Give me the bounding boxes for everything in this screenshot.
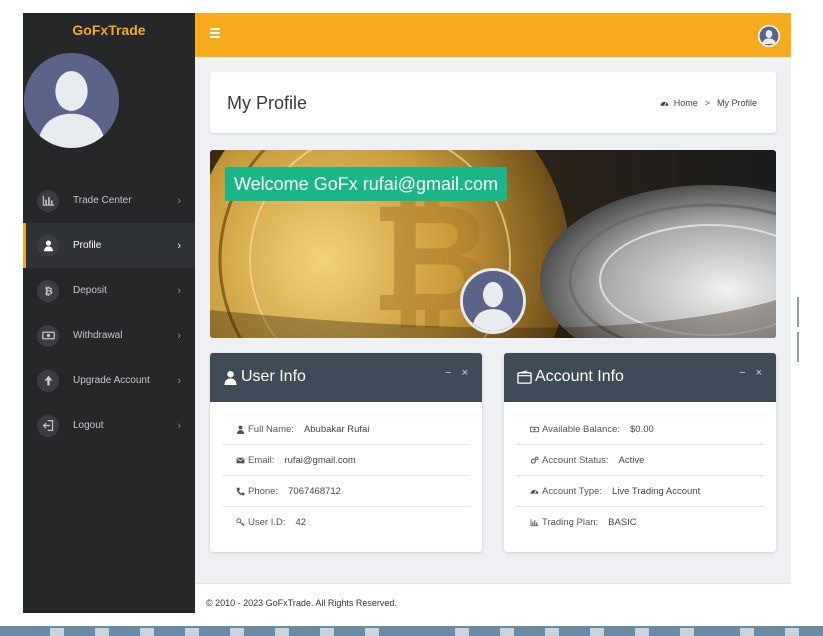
wallet-icon <box>517 369 532 384</box>
info-label: Full Name: <box>248 423 294 435</box>
user-silhouette-icon <box>463 271 523 331</box>
dashboard-icon <box>660 101 669 106</box>
bar-chart-icon <box>530 519 539 527</box>
info-value: 42 <box>295 517 307 528</box>
info-label: Phone: <box>248 485 279 497</box>
gears-icon <box>530 456 539 464</box>
sign-out-icon <box>37 414 59 437</box>
info-row-trading-plan: Trading Plan: BASIC <box>516 507 764 538</box>
info-value: Abubakar Rufai <box>303 423 370 435</box>
info-label: Available Balance: <box>542 423 620 435</box>
sidebar-item-label: Deposit <box>73 285 107 296</box>
user-icon <box>224 370 237 385</box>
info-value: Active <box>618 454 645 466</box>
card-header: Account Info − × <box>504 353 776 402</box>
chevron-right-icon: › <box>177 374 181 387</box>
footer: © 2010 - 2023 GoFxTrade. All Rights Rese… <box>195 583 791 613</box>
sidebar-item-profile[interactable]: Profile › <box>23 223 195 268</box>
arrow-up-icon <box>37 369 59 392</box>
welcome-badge: Welcome GoFx rufai@gmail.com <box>225 167 508 201</box>
sidebar-item-deposit[interactable]: ₿ Deposit › <box>23 268 195 313</box>
card-title: User Info <box>223 368 306 386</box>
breadcrumb-current: My Profile <box>716 98 757 108</box>
bitcoin-icon: ₿ <box>37 279 59 302</box>
info-value: BASIC <box>608 517 637 528</box>
card-tools: − × <box>445 367 468 379</box>
sidebar-item-upgrade-account[interactable]: Upgrade Account › <box>23 358 195 403</box>
user-icon <box>37 234 59 257</box>
sidebar-item-label: Trade Center <box>73 195 132 206</box>
user-silhouette-icon <box>24 53 119 148</box>
user-menu-avatar[interactable] <box>758 25 780 47</box>
sidebar-item-label: Upgrade Account <box>73 375 150 386</box>
page-title: My Profile <box>227 93 308 113</box>
chevron-right-icon: › <box>177 194 181 207</box>
card-body: Full Name: Abubakar Rufai Email: rufai@g… <box>210 402 482 538</box>
chevron-right-icon: › <box>177 239 181 252</box>
user-silhouette-icon <box>758 25 780 47</box>
card-header: User Info − × <box>210 353 482 402</box>
sidebar-item-logout[interactable]: Logout › <box>23 403 195 448</box>
chevron-right-icon: › <box>177 329 181 342</box>
page-header-card: My Profile Home > My Profile <box>210 72 776 133</box>
info-row-user-id: User I.D: 42 <box>222 507 470 538</box>
profile-banner: ₿ Welcome GoFx rufai@gmail.com <box>210 150 776 338</box>
brand-logo[interactable]: GoFxTrade <box>23 13 195 47</box>
info-value: 7067468712 <box>288 485 341 497</box>
card-tools: − × <box>739 367 762 379</box>
info-label: Email: <box>248 454 275 466</box>
info-row-email: Email: rufai@gmail.com <box>222 445 470 476</box>
card-body: Available Balance: $0.00 Account Status:… <box>504 402 776 538</box>
money-bill-icon <box>37 324 59 347</box>
user-info-card: User Info − × Full Name: Abubakar Rufai … <box>210 353 482 552</box>
close-icon[interactable]: × <box>462 367 468 379</box>
info-label: User I.D: <box>248 517 286 528</box>
info-value: rufai@gmail.com <box>284 454 356 466</box>
info-row-phone: Phone: 7067468712 <box>222 476 470 507</box>
bar-chart-icon <box>37 189 59 212</box>
copyright-text: © 2010 - 2023 GoFxTrade. All Rights Rese… <box>206 598 397 608</box>
info-row-full-name: Full Name: Abubakar Rufai <box>222 414 470 445</box>
key-icon <box>236 518 245 527</box>
top-bar <box>195 13 791 57</box>
sidebar-item-trade-center[interactable]: Trade Center › <box>23 178 195 223</box>
profile-avatar <box>460 268 526 334</box>
sidebar: GoFxTrade Trade Center › Profile › ₿ Dep… <box>23 13 195 613</box>
chevron-right-icon: › <box>177 419 181 432</box>
sidebar-item-label: Profile <box>73 240 102 251</box>
svg-text:₿: ₿ <box>44 286 53 297</box>
account-info-card: Account Info − × Available Balance: $0.0… <box>504 353 776 552</box>
breadcrumb: Home > My Profile <box>660 98 757 108</box>
sidebar-nav: Trade Center › Profile › ₿ Deposit › Wit… <box>23 178 195 448</box>
breadcrumb-home-link[interactable]: Home <box>674 98 698 108</box>
info-row-account-type: Account Type: Live Trading Account <box>516 476 764 507</box>
user-icon <box>236 425 245 434</box>
info-label: Account Status: <box>542 454 609 466</box>
sidebar-item-withdrawal[interactable]: Withdrawal › <box>23 313 195 358</box>
phone-icon <box>236 487 245 495</box>
info-label: Trading Plan: <box>542 517 599 528</box>
minimize-icon[interactable]: − <box>739 367 745 379</box>
info-row-available-balance: Available Balance: $0.00 <box>516 414 764 445</box>
os-taskbar <box>0 626 823 636</box>
resize-handle[interactable] <box>797 297 803 362</box>
card-title: Account Info <box>517 368 624 386</box>
dashboard-icon <box>530 489 539 494</box>
info-value: Live Trading Account <box>612 485 701 497</box>
breadcrumb-separator: > <box>704 98 710 108</box>
menu-toggle-icon[interactable] <box>210 28 220 40</box>
info-value: $0.00 <box>630 423 654 435</box>
close-icon[interactable]: × <box>756 367 762 379</box>
info-label: Account Type: <box>542 485 603 497</box>
sidebar-avatar <box>24 53 119 148</box>
envelope-icon <box>236 456 245 463</box>
minimize-icon[interactable]: − <box>445 367 451 379</box>
chevron-right-icon: › <box>177 284 181 297</box>
sidebar-item-label: Withdrawal <box>73 330 123 341</box>
info-row-account-status: Account Status: Active <box>516 445 764 476</box>
sidebar-item-label: Logout <box>73 420 104 431</box>
money-icon <box>530 426 539 432</box>
